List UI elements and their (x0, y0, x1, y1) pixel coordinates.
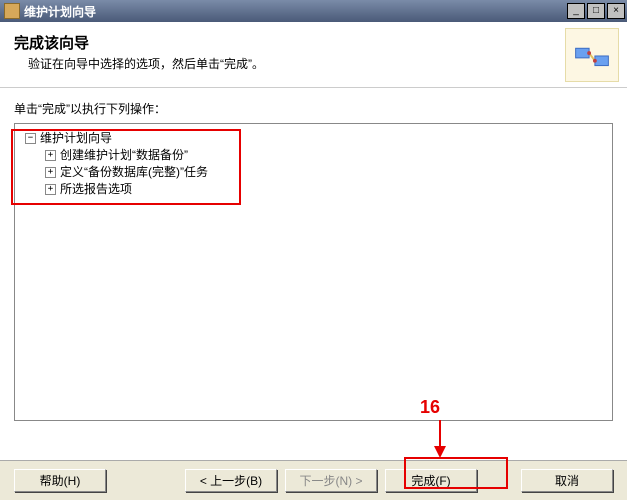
annotation-step-number: 16 (420, 397, 440, 418)
tree-root-node[interactable]: − 维护计划向导 (25, 130, 608, 147)
button-bar: 帮助(H) < 上一步(B) 下一步(N) > 完成(F) 取消 (0, 460, 627, 500)
expand-icon[interactable]: + (45, 150, 56, 161)
tree-item[interactable]: + 所选报告选项 (45, 181, 608, 198)
summary-tree[interactable]: − 维护计划向导 + 创建维护计划“数据备份” + 定义“备份数据库(完整)”任… (14, 123, 613, 421)
tree-item[interactable]: + 创建维护计划“数据备份” (45, 147, 608, 164)
tree-root-label: 维护计划向导 (40, 130, 112, 147)
tree-item-label: 创建维护计划“数据备份” (60, 147, 188, 164)
title-bar: 维护计划向导 _ □ × (0, 0, 627, 22)
annotation-arrow-icon (430, 418, 450, 458)
next-button: 下一步(N) > (285, 469, 377, 492)
finish-button[interactable]: 完成(F) (385, 469, 477, 492)
page-title: 完成该向导 (14, 32, 613, 53)
expand-icon[interactable]: + (45, 167, 56, 178)
instruction-text: 单击“完成”以执行下列操作： (14, 100, 613, 117)
close-button[interactable]: × (607, 3, 625, 19)
back-button[interactable]: < 上一步(B) (185, 469, 277, 492)
maximize-button[interactable]: □ (587, 3, 605, 19)
expand-icon[interactable]: + (45, 184, 56, 195)
help-button[interactable]: 帮助(H) (14, 469, 106, 492)
app-icon (4, 3, 20, 19)
tree-item[interactable]: + 定义“备份数据库(完整)”任务 (45, 164, 608, 181)
window-title: 维护计划向导 (24, 3, 565, 20)
tree-item-label: 定义“备份数据库(完整)”任务 (60, 164, 208, 181)
minimize-button[interactable]: _ (567, 3, 585, 19)
cancel-button[interactable]: 取消 (521, 469, 613, 492)
tree-item-label: 所选报告选项 (60, 181, 132, 198)
wizard-header: 完成该向导 验证在向导中选择的选项，然后单击“完成”。 (0, 22, 627, 88)
wizard-icon (565, 28, 619, 82)
collapse-icon[interactable]: − (25, 133, 36, 144)
page-subtitle: 验证在向导中选择的选项，然后单击“完成”。 (28, 55, 613, 72)
content-area: 单击“完成”以执行下列操作： − 维护计划向导 + 创建维护计划“数据备份” +… (0, 88, 627, 425)
